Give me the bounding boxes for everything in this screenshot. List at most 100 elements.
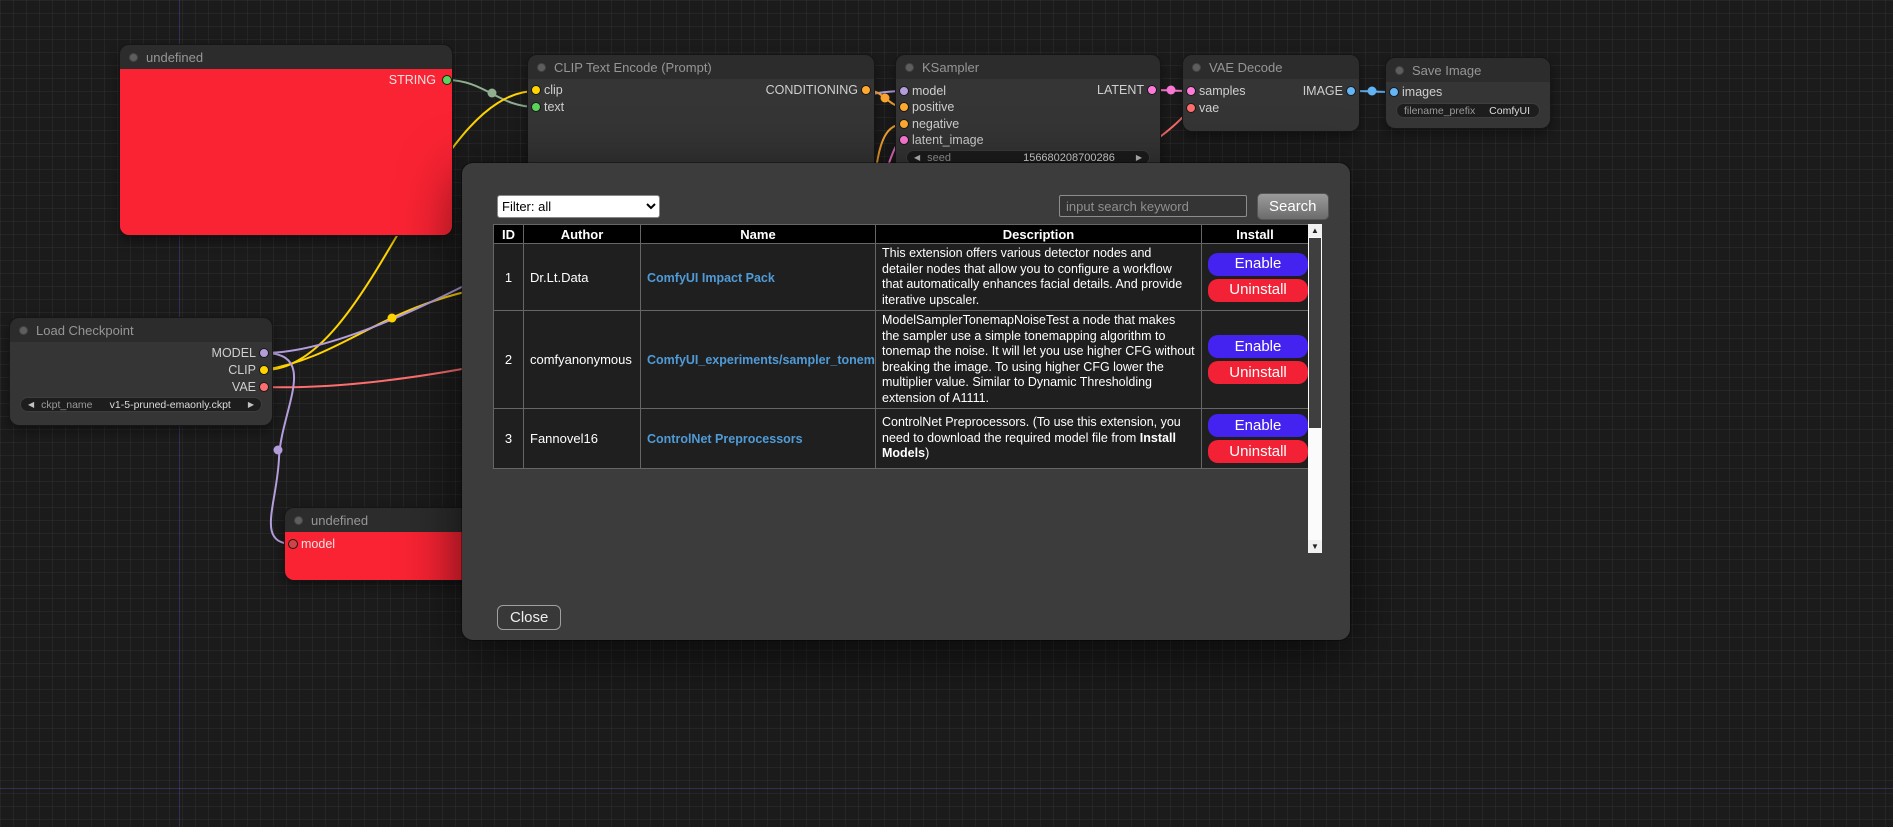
ckpt-name-widget[interactable]: ◀ ckpt_name v1-5-pruned-emaonly.ckpt ▶ [20,397,262,412]
node-clip-text-encode[interactable]: CLIP Text Encode (Prompt) clip text COND… [528,55,874,179]
output-label-latent: LATENT [1097,82,1144,98]
output-dot-vae[interactable] [259,382,269,392]
input-dot-model[interactable] [288,539,298,549]
row-id: 2 [494,311,524,409]
header-author: Author [524,225,641,244]
uninstall-button[interactable]: Uninstall [1208,279,1308,302]
collapse-dot-icon[interactable] [294,516,303,525]
node-undefined-top[interactable]: undefined STRING [120,45,452,235]
table-scrollbar[interactable]: ▲ ▼ [1308,224,1322,553]
scroll-down-icon[interactable]: ▼ [1308,540,1322,553]
close-button[interactable]: Close [497,605,561,630]
wire-string-to-text [447,80,536,107]
output-dot-clip[interactable] [259,365,269,375]
link-dot [1368,87,1377,96]
uninstall-button[interactable]: Uninstall [1208,361,1308,384]
row-id: 1 [494,244,524,311]
stepper-left-icon[interactable]: ◀ [914,153,920,162]
node-title: Save Image [1412,63,1481,78]
input-label-negative: negative [912,116,959,132]
enable-button[interactable]: Enable [1208,414,1308,437]
uninstall-button[interactable]: Uninstall [1208,440,1308,463]
node-title-bar: CLIP Text Encode (Prompt) [528,55,874,79]
output-label-conditioning: CONDITIONING [766,82,858,98]
header-install: Install [1202,225,1309,244]
search-input[interactable] [1059,195,1247,217]
collapse-dot-icon[interactable] [905,63,914,72]
node-title-bar: VAE Decode [1183,55,1359,79]
output-dot-image[interactable] [1346,86,1356,96]
header-name: Name [641,225,876,244]
output-label-image: IMAGE [1303,83,1343,99]
collapse-dot-icon[interactable] [1192,63,1201,72]
node-save-image[interactable]: Save Image images filename_prefix ComfyU… [1386,58,1550,128]
row-author: Dr.Lt.Data [524,244,641,311]
filename-prefix-widget[interactable]: filename_prefix ComfyUI [1396,103,1540,118]
input-dot-latent-image[interactable] [899,135,909,145]
node-title: CLIP Text Encode (Prompt) [554,60,712,75]
canvas-axis-horizontal [0,788,1893,789]
input-label-clip: clip [544,82,563,98]
node-load-checkpoint[interactable]: Load Checkpoint MODEL CLIP VAE ◀ ckpt_na… [10,318,272,425]
stepper-left-icon[interactable]: ◀ [28,400,34,409]
collapse-dot-icon[interactable] [537,63,546,72]
enable-button[interactable]: Enable [1208,335,1308,358]
node-title: VAE Decode [1209,60,1282,75]
node-ksampler[interactable]: KSampler model positive negative latent_… [896,55,1160,175]
input-dot-vae[interactable] [1186,103,1196,113]
table-row: 1 Dr.Lt.Data ComfyUI Impact Pack This ex… [494,244,1309,311]
row-name-link[interactable]: ComfyUI_experiments/sampler_tonemap [647,353,876,367]
filter-select[interactable]: Filter: all [497,195,660,218]
collapse-dot-icon[interactable] [19,326,28,335]
stepper-right-icon[interactable]: ▶ [1136,153,1142,162]
row-description: ControlNet Preprocessors. (To use this e… [876,409,1202,469]
input-label-images: images [1402,84,1442,100]
node-vae-decode[interactable]: VAE Decode samples vae IMAGE [1183,55,1359,131]
input-dot-negative[interactable] [899,119,909,129]
extensions-table: ID Author Name Description Install 1 Dr.… [493,224,1309,469]
enable-button[interactable]: Enable [1208,253,1308,276]
row-description: This extension offers various detector n… [876,244,1202,311]
output-dot-conditioning[interactable] [861,85,871,95]
table-header-row: ID Author Name Description Install [494,225,1309,244]
input-dot-positive[interactable] [899,102,909,112]
link-dot [274,446,283,455]
collapse-dot-icon[interactable] [129,53,138,62]
output-dot-string[interactable] [442,75,452,85]
input-dot-model[interactable] [899,86,909,96]
node-title: KSampler [922,60,979,75]
output-label-clip: CLIP [228,362,256,378]
row-name-link[interactable]: ComfyUI Impact Pack [647,271,775,285]
output-dot-latent[interactable] [1147,85,1157,95]
stepper-right-icon[interactable]: ▶ [248,400,254,409]
node-title: undefined [311,513,368,528]
table-row: 2 comfyanonymous ComfyUI_experiments/sam… [494,311,1309,409]
table-row: 3 Fannovel16 ControlNet Preprocessors Co… [494,409,1309,469]
node-title-bar: KSampler [896,55,1160,79]
node-title-bar: Save Image [1386,58,1550,82]
row-name-link[interactable]: ControlNet Preprocessors [647,432,803,446]
input-dot-images[interactable] [1389,87,1399,97]
row-description: ModelSamplerTonemapNoiseTest a node that… [876,311,1202,409]
node-title-bar: undefined [120,45,452,69]
search-button[interactable]: Search [1257,193,1329,220]
header-description: Description [876,225,1202,244]
node-title: Load Checkpoint [36,323,134,338]
output-label-string: STRING [389,72,436,88]
scroll-up-icon[interactable]: ▲ [1308,224,1322,237]
input-dot-clip[interactable] [531,85,541,95]
widget-value-filename-prefix: ComfyUI [1489,105,1530,117]
link-dot [1167,86,1176,95]
widget-label-seed: seed [927,152,951,164]
input-label-positive: positive [912,99,954,115]
output-label-model: MODEL [212,345,256,361]
collapse-dot-icon[interactable] [1395,66,1404,75]
input-dot-text[interactable] [531,102,541,112]
scrollbar-thumb[interactable] [1309,238,1321,428]
row-install-cell: Enable Uninstall [1202,244,1309,311]
row-id: 3 [494,409,524,469]
link-dot [881,94,890,103]
output-dot-model[interactable] [259,348,269,358]
node-graph-canvas[interactable]: undefined STRING CLIP Text Encode (Promp… [0,0,1893,827]
input-dot-samples[interactable] [1186,86,1196,96]
